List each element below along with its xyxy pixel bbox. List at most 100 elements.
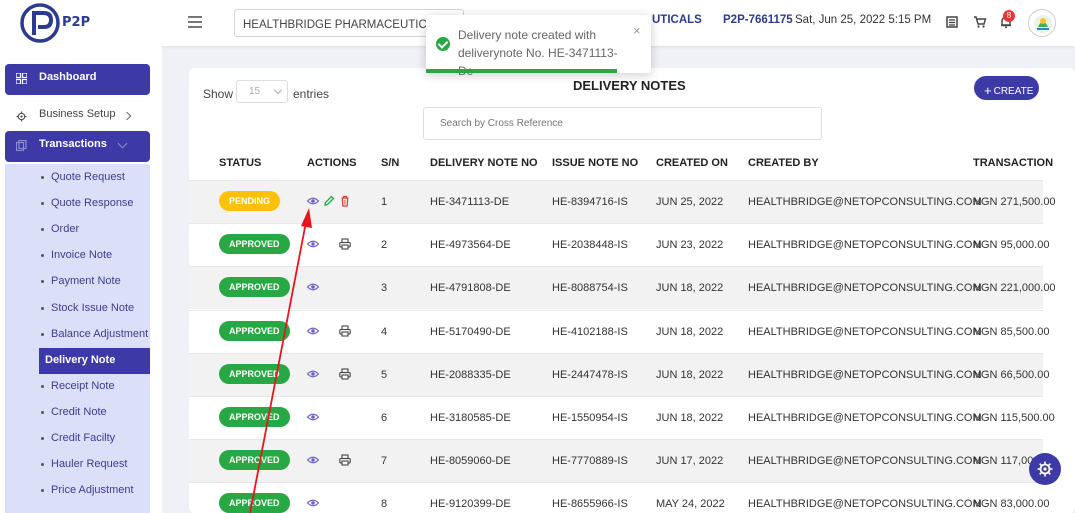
column-header[interactable]: STATUS	[219, 157, 261, 169]
created-on: JUN 18, 2022	[656, 325, 724, 338]
transaction-amount: NGN 221,000.00	[973, 282, 1056, 295]
sidebar-subitem[interactable]: Payment Note	[39, 269, 150, 295]
delivery-note-no: HE-5170490-DE	[430, 325, 511, 338]
delivery-note-no: HE-3471113-DE	[430, 196, 510, 208]
column-header[interactable]: ACTIONS	[307, 157, 357, 169]
sidebar-subitem[interactable]: Credit Note	[39, 400, 150, 426]
created-on: JUN 25, 2022	[656, 196, 724, 208]
created-on: JUN 17, 2022	[656, 455, 724, 468]
menu-toggle-icon[interactable]	[188, 16, 202, 28]
grid-icon	[16, 73, 27, 84]
printer-icon[interactable]	[339, 454, 351, 466]
serial-number: 2	[381, 239, 388, 252]
serial-number: 8	[381, 498, 388, 511]
create-button[interactable]: + CREATE	[974, 76, 1039, 100]
eye-icon[interactable]	[306, 281, 320, 293]
search-input[interactable]	[423, 107, 822, 140]
table-row[interactable]: APPROVED 6 HE-3180585-DE HE-1550954-IS JUN 1…	[189, 396, 1055, 439]
eye-icon[interactable]	[306, 238, 320, 250]
trash-icon[interactable]	[339, 195, 351, 207]
sidebar-subitem[interactable]: Delivery Note	[39, 347, 150, 374]
printer-icon[interactable]	[339, 238, 351, 250]
eye-icon[interactable]	[306, 325, 320, 337]
table-row[interactable]: APPROVED 4 HE-5170490-DE HE-4102188-IS JUN 1…	[189, 309, 1049, 353]
chevron-down-icon	[117, 138, 128, 149]
avatar[interactable]	[1028, 9, 1056, 37]
entries-select[interactable]: 15	[236, 80, 288, 103]
table-row[interactable]: APPROVED 2 HE-4973564-DE HE-2038448-IS JUN 2…	[189, 223, 1049, 266]
issue-note-no: HE-7770889-IS	[552, 455, 628, 468]
issue-note-no: HE-8655966-IS	[552, 498, 628, 511]
table-row[interactable]: APPROVED 3 HE-4791808-DE HE-8088754-IS JUN 1…	[189, 266, 1056, 310]
eye-icon[interactable]	[306, 368, 320, 380]
settings-fab[interactable]	[1029, 453, 1061, 485]
pencil-icon[interactable]	[323, 195, 335, 207]
delivery-note-no: HE-4791808-DE	[430, 282, 511, 295]
company-name: HEALTHBRIDGE PHARMACEUTICALS	[243, 19, 449, 31]
sidebar-subitem[interactable]: Hauler Request	[39, 452, 150, 478]
datetime: Sat, Jun 25, 2022 5:15 PM	[795, 14, 932, 26]
status-badge: APPROVED	[219, 493, 290, 513]
sidebar-subitem[interactable]: Order	[39, 217, 150, 243]
eye-icon[interactable]	[306, 454, 320, 466]
table-row[interactable]: APPROVED 8 HE-9120399-DE HE-8655966-IS MAY 2…	[189, 482, 1049, 513]
column-header[interactable]: CREATED ON	[656, 157, 728, 169]
created-by: HEALTHBRIDGE@NETOPCONSULTING.COM	[748, 282, 982, 295]
serial-number: 1	[381, 196, 388, 208]
column-header[interactable]: CREATED BY	[748, 157, 819, 169]
serial-number: 7	[381, 455, 388, 468]
document-icon[interactable]	[945, 15, 959, 29]
column-header[interactable]: TRANSACTION	[973, 157, 1053, 169]
status-badge: APPROVED	[219, 277, 290, 298]
status-badge: APPROVED	[219, 450, 290, 471]
sidebar-item-label: Dashboard	[39, 71, 97, 83]
sidebar-item-dashboard[interactable]: Dashboard	[5, 64, 150, 95]
serial-number: 4	[381, 325, 388, 338]
sidebar-item-transactions[interactable]: Transactions	[5, 131, 150, 162]
sidebar-subitem[interactable]: Receipt Note	[39, 374, 150, 400]
cart-icon[interactable]	[973, 15, 987, 29]
issue-note-no: HE-2447478-IS	[552, 368, 628, 381]
sidebar-subitem[interactable]: Price Adjustment	[39, 478, 150, 504]
status-badge: APPROVED	[219, 407, 290, 427]
chevron-right-icon	[122, 111, 132, 121]
issue-note-no: HE-4102188-IS	[552, 325, 628, 338]
sidebar-subitem[interactable]: Balance Adjustment	[39, 322, 150, 348]
column-header[interactable]: DELIVERY NOTE NO	[430, 157, 538, 169]
table-row[interactable]: PENDING 1 HE-3471113-DE HE-8394716-IS JUN 25…	[189, 180, 1056, 223]
delivery-note-no: HE-9120399-DE	[430, 498, 511, 511]
success-toast: Delivery note created with deliverynote …	[426, 15, 651, 78]
sidebar-subitem[interactable]: Invoice Note	[39, 243, 150, 269]
transaction-amount: NGN 66,500.00	[973, 368, 1050, 381]
sidebar-subitem[interactable]: Credit Facilty	[39, 426, 150, 452]
page-title: DELIVERY NOTES	[573, 78, 686, 93]
serial-number: 6	[381, 412, 388, 424]
delivery-note-no: HE-3180585-DE	[430, 412, 511, 424]
table-row[interactable]: APPROVED 5 HE-2088335-DE HE-2447478-IS JUN 1…	[189, 352, 1049, 396]
printer-icon[interactable]	[339, 368, 351, 380]
eye-icon[interactable]	[306, 497, 320, 509]
sidebar-subitem[interactable]: Quote Request	[39, 165, 150, 191]
p2p-logo[interactable]: P2P	[20, 3, 100, 43]
sidebar-subitem[interactable]: Stock Issue Note	[39, 296, 150, 322]
table-row[interactable]: APPROVED 7 HE-8059060-DE HE-7770889-IS JUN 1…	[189, 439, 1055, 483]
column-header[interactable]: ISSUE NOTE NO	[552, 157, 638, 169]
success-check-icon	[436, 37, 450, 51]
header-company-label: UTICALS	[652, 14, 702, 26]
sidebar: Dashboard Business Setup Transactions Qu…	[0, 46, 162, 513]
column-header[interactable]: S/N	[381, 157, 399, 169]
issue-note-no: HE-8394716-IS	[552, 196, 628, 208]
eye-icon[interactable]	[306, 411, 320, 423]
sidebar-subitem[interactable]: Quote Response	[39, 191, 150, 217]
created-on: JUN 23, 2022	[656, 239, 724, 252]
created-by: HEALTHBRIDGE@NETOPCONSULTING.COM	[748, 196, 982, 208]
created-on: JUN 18, 2022	[656, 282, 724, 295]
printer-icon[interactable]	[339, 325, 351, 337]
toast-close-icon[interactable]: ×	[633, 23, 641, 38]
eye-icon[interactable]	[306, 195, 320, 207]
sidebar-item-label: Transactions	[39, 138, 107, 150]
transaction-amount: NGN 95,000.00	[973, 239, 1050, 252]
sidebar-item-business-setup[interactable]: Business Setup	[5, 102, 150, 133]
transactions-submenu: Quote Request Quote Response Order Invoice …	[5, 164, 150, 513]
toast-progress-bar	[426, 69, 618, 73]
